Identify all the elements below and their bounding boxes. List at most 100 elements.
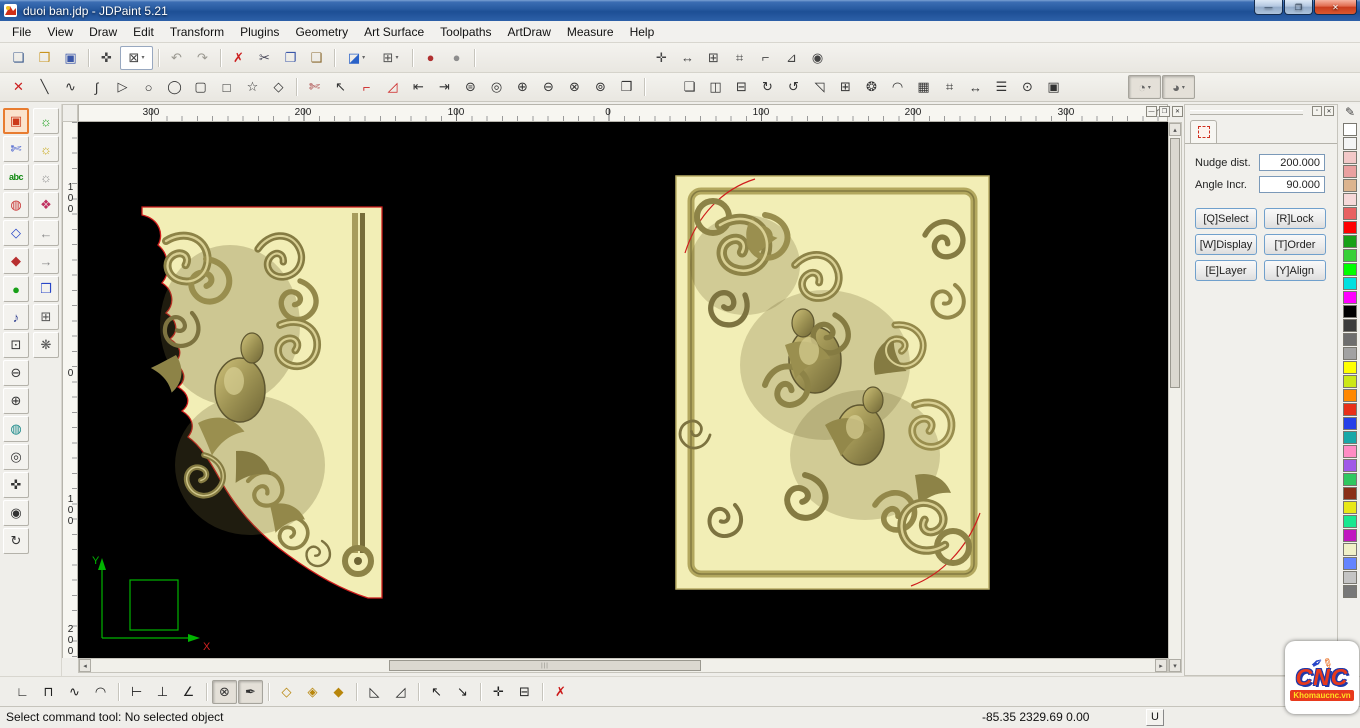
bulb-on-icon[interactable]: ☼ — [33, 108, 59, 134]
horizontal-scroll-thumb[interactable]: ||| — [389, 660, 701, 671]
palette-swatch[interactable] — [1343, 249, 1357, 262]
palette-swatch[interactable] — [1343, 585, 1357, 598]
chamfer-icon[interactable]: ◿ — [380, 75, 405, 99]
new-icon[interactable]: ❏ — [6, 46, 31, 70]
snap-node-icon[interactable]: ✛ — [649, 46, 674, 70]
insert-node-icon[interactable]: ✛ — [486, 680, 511, 704]
render-view-toggle[interactable]: ◔ — [1128, 75, 1161, 99]
pen-pressure-toggle[interactable]: ✒ — [238, 680, 263, 704]
nudge-distance-input[interactable]: 200.000 — [1259, 154, 1325, 171]
palette-swatch[interactable] — [1343, 165, 1357, 178]
menu-item-draw[interactable]: Draw — [81, 23, 125, 41]
text-tool[interactable]: abc — [3, 164, 29, 190]
snap-visible-icon[interactable]: ◉ — [805, 46, 830, 70]
unit-button[interactable]: U — [1146, 709, 1164, 726]
mirror-v-icon[interactable]: ⊟ — [729, 75, 754, 99]
delete-icon[interactable]: ✗ — [226, 46, 251, 70]
flag-tool-icon[interactable]: ▷ — [110, 75, 135, 99]
texture-view-toggle[interactable]: ◕ — [1162, 75, 1195, 99]
weld-ring-tool[interactable]: ◍ — [3, 192, 29, 218]
zoom-center-tool[interactable]: ◉ — [3, 500, 29, 526]
cancel-command-icon[interactable]: ✗ — [548, 680, 573, 704]
zoom-in-tool[interactable]: ⊕ — [3, 388, 29, 414]
diamond-tool[interactable]: ◇ — [3, 220, 29, 246]
undo-icon[interactable]: ↶ — [164, 46, 189, 70]
node-edit-icon[interactable]: ↖ — [328, 75, 353, 99]
pencil-icon[interactable]: ✎ — [1345, 105, 1355, 119]
menu-item-geometry[interactable]: Geometry — [287, 23, 356, 41]
measure-icon[interactable]: ⌗ — [937, 75, 962, 99]
palette-swatch[interactable] — [1343, 305, 1357, 318]
palette-swatch[interactable] — [1343, 361, 1357, 374]
curve-tool-icon[interactable]: ∿ — [58, 75, 83, 99]
prev-view-icon[interactable]: ← — [33, 220, 59, 246]
knife-tool[interactable]: ✄ — [3, 136, 29, 162]
redo-icon[interactable]: ↷ — [190, 46, 215, 70]
palette-swatch[interactable] — [1343, 179, 1357, 192]
palette-swatch[interactable] — [1343, 221, 1357, 234]
menu-item-measure[interactable]: Measure — [559, 23, 622, 41]
menu-item-transform[interactable]: Transform — [162, 23, 232, 41]
palette-swatch[interactable] — [1343, 333, 1357, 346]
carve-tool[interactable]: ◆ — [3, 248, 29, 274]
snap-angle-icon[interactable]: ⊿ — [779, 46, 804, 70]
palette-swatch[interactable] — [1343, 347, 1357, 360]
palette-swatch[interactable] — [1343, 543, 1357, 556]
bulb-off-icon[interactable]: ☼ — [33, 136, 59, 162]
rotate-cw-icon[interactable]: ↻ — [755, 75, 780, 99]
world-view-tool[interactable]: ◍ — [3, 416, 29, 442]
palette-swatch[interactable] — [1343, 571, 1357, 584]
snap-grid-icon[interactable]: ⊞ — [701, 46, 726, 70]
align-icon[interactable]: ☰ — [989, 75, 1014, 99]
palette-swatch[interactable] — [1343, 319, 1357, 332]
array-path-icon[interactable]: ◠ — [885, 75, 910, 99]
vertical-scroll-thumb[interactable] — [1170, 138, 1180, 388]
snap-corner-icon[interactable]: ⌐ — [753, 46, 778, 70]
palette-swatch[interactable] — [1343, 235, 1357, 248]
palette-swatch[interactable] — [1343, 137, 1357, 150]
polygon-tool-icon[interactable]: ◇ — [266, 75, 291, 99]
menu-item-art-surface[interactable]: Art Surface — [356, 23, 432, 41]
ramp-icon[interactable]: ◺ — [362, 680, 387, 704]
panel-close-button[interactable]: ✕ — [1324, 106, 1334, 116]
pick-reverse-icon[interactable]: ↘ — [450, 680, 475, 704]
palette-swatch[interactable] — [1343, 487, 1357, 500]
mdi-close-button[interactable]: ✕ — [1172, 106, 1183, 117]
palette-swatch[interactable] — [1343, 263, 1357, 276]
fill-style-icon[interactable]: ◪ — [340, 46, 373, 70]
display-button[interactable]: [W]Display — [1195, 234, 1257, 255]
select-button[interactable]: [Q]Select — [1195, 208, 1257, 229]
palette-swatch[interactable] — [1343, 277, 1357, 290]
scroll-right-button[interactable]: ▸ — [1155, 659, 1167, 672]
palette-swatch[interactable] — [1343, 557, 1357, 570]
relief-artwork-right[interactable] — [675, 175, 990, 590]
palette-swatch[interactable] — [1343, 473, 1357, 486]
copy-object-icon[interactable]: ❏ — [677, 75, 702, 99]
center-icon[interactable]: ⊙ — [1015, 75, 1040, 99]
array-rect-icon[interactable]: ⊞ — [833, 75, 858, 99]
nest-icon[interactable]: ▦ — [911, 75, 936, 99]
delete-node-icon[interactable]: ⊟ — [512, 680, 537, 704]
palette-swatch[interactable] — [1343, 207, 1357, 220]
palette-group-icon[interactable]: ❖ — [33, 192, 59, 218]
scale-icon[interactable]: ◹ — [807, 75, 832, 99]
extend-right-icon[interactable]: ⇥ — [432, 75, 457, 99]
star-tool-icon[interactable]: ☆ — [240, 75, 265, 99]
mdi-restore-button[interactable]: ❐ — [1159, 106, 1170, 117]
subtract-icon[interactable]: ⊖ — [536, 75, 561, 99]
maximize-button[interactable]: ❐ — [1284, 0, 1313, 15]
redraw-tool[interactable]: ↻ — [3, 528, 29, 554]
sharp-node-icon[interactable]: ⊓ — [36, 680, 61, 704]
menu-item-view[interactable]: View — [39, 23, 81, 41]
weld-icon[interactable]: ⊕ — [510, 75, 535, 99]
array-polar-icon[interactable]: ❂ — [859, 75, 884, 99]
rotate-ccw-icon[interactable]: ↺ — [781, 75, 806, 99]
scroll-left-button[interactable]: ◂ — [79, 659, 91, 672]
relief-artwork-left[interactable] — [140, 205, 385, 600]
angle-constraint-icon[interactable]: ∠ — [176, 680, 201, 704]
align-button[interactable]: [Y]Align — [1264, 260, 1326, 281]
mdi-minimize-button[interactable]: — — [1146, 106, 1157, 117]
order-button[interactable]: [T]Order — [1264, 234, 1326, 255]
menu-item-plugins[interactable]: Plugins — [232, 23, 287, 41]
next-view-icon[interactable]: → — [33, 248, 59, 274]
